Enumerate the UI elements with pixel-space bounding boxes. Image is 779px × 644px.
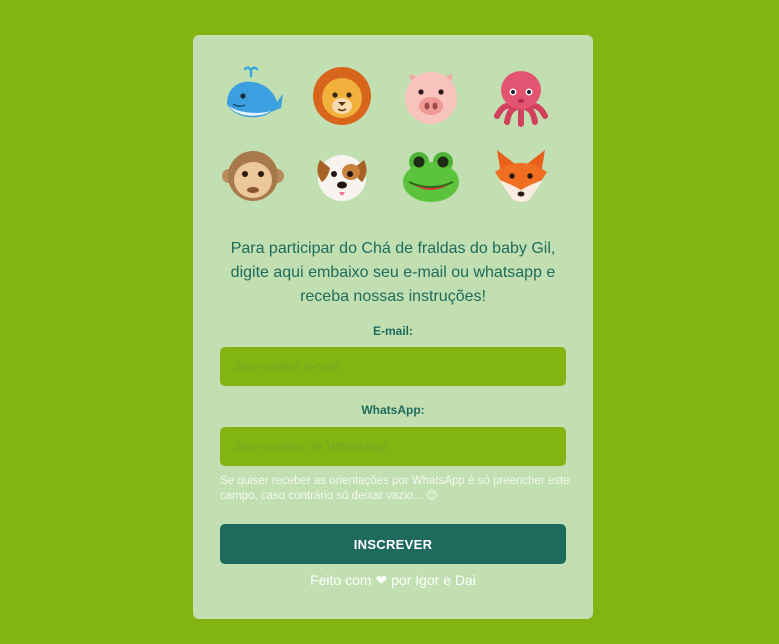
fox-emoji — [488, 143, 554, 209]
emoji-grid — [220, 63, 570, 209]
whatsapp-field[interactable] — [220, 427, 566, 466]
pig-emoji — [398, 63, 464, 129]
email-field[interactable] — [220, 347, 566, 386]
octopus-emoji — [488, 63, 554, 129]
subscribe-button[interactable]: INSCREVER — [220, 524, 566, 564]
dog-emoji — [309, 143, 375, 209]
footer-credit: Feito com ❤ por Igor e Dai — [310, 572, 476, 588]
whale-emoji — [220, 63, 286, 129]
whatsapp-label: WhatsApp: — [361, 403, 425, 417]
lion-emoji — [309, 63, 375, 129]
signup-card: Para participar do Chá de fraldas do bab… — [193, 35, 593, 619]
whatsapp-hint: Se quiser receber as orientações por Wha… — [220, 475, 570, 502]
intro-text: Para participar do Chá de fraldas do bab… — [230, 240, 556, 305]
email-label: E-mail: — [372, 324, 413, 338]
frog-emoji — [398, 143, 464, 209]
monkey-emoji — [220, 143, 286, 209]
